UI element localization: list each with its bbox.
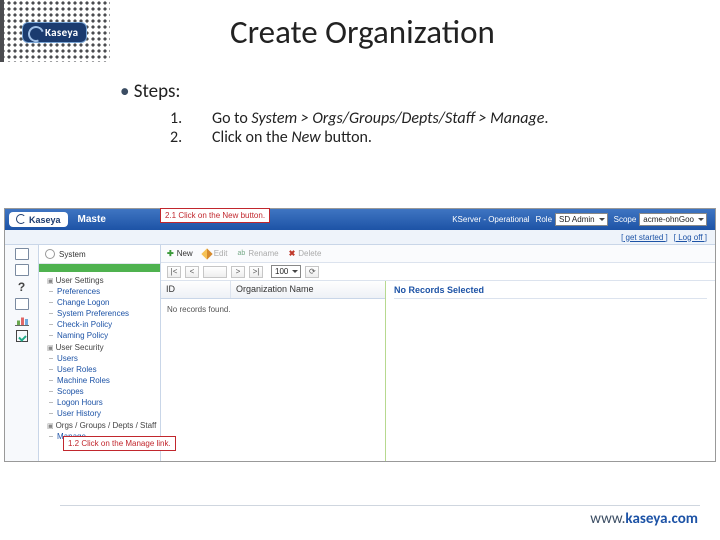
breadcrumb-root: Maste [78,214,106,225]
tree-item[interactable]: User History [41,408,160,419]
rename-icon: ab [238,250,246,257]
nav-module-icon[interactable] [15,264,29,276]
page-size-select[interactable]: 100 [271,265,301,278]
data-row: ID Organization Name No records found. N… [161,281,715,461]
tree-item[interactable]: Users [41,353,160,364]
role-select[interactable]: SD Admin [555,213,608,226]
app-subbar: [ get started ] [ Log off ] [5,230,715,245]
page-last-button[interactable]: >| [249,266,263,278]
col-org-name[interactable]: Organization Name [231,281,385,298]
slide-title: Create Organization [230,12,495,52]
no-selection-text: No Records Selected [394,285,707,299]
footer-domain: kaseya.com [625,510,698,528]
grid-panel: ID Organization Name No records found. [161,281,386,461]
new-button[interactable]: ✚New [167,249,193,258]
nav-module-icon[interactable] [15,248,29,260]
help-icon[interactable]: ? [18,280,25,294]
app-body: ? System User Settings Preferences Chang… [5,245,715,461]
tree-item[interactable]: User Roles [41,364,160,375]
page-next-button[interactable]: > [231,266,245,278]
step-1: 1. Go to System > Orgs/Groups/Depts/Staf… [170,109,720,128]
gear-icon [45,249,55,259]
slide-header: Kaseya Create Organization [0,0,720,62]
brand-logo: Kaseya [22,22,87,43]
scope-select[interactable]: acme-ohnGoo [639,213,707,226]
sidebar-accent-bar [39,264,160,272]
app-topbar: Kaseya Maste KServer - Operational Role … [5,209,715,230]
rename-button[interactable]: abRename [238,249,279,258]
tree-item[interactable]: Logon Hours [41,397,160,408]
chart-icon[interactable] [15,314,29,326]
tree-group-orgs[interactable]: Orgs / Groups / Depts / Staff [41,419,160,431]
no-records-text: No records found. [161,299,385,320]
footer-divider [60,505,700,506]
check-icon[interactable] [16,330,28,342]
delete-icon: ✖ [289,249,296,258]
steps-heading: Steps: [120,80,720,103]
tree-item[interactable]: Check-in Policy [41,319,160,330]
sidebar-module-system[interactable]: System [39,245,160,264]
tree-item[interactable]: Machine Roles [41,375,160,386]
scope-label: Scope [614,215,637,224]
pencil-icon [201,248,212,259]
scope-field: Scope acme-ohnGoo [614,213,707,226]
sidebar: System User Settings Preferences Change … [39,245,161,461]
tree-item[interactable]: Scopes [41,386,160,397]
delete-button[interactable]: ✖Delete [289,249,322,258]
pager: |< < > >| 100 ⟳ [161,263,715,281]
getstarted-link[interactable]: [ get started ] [621,233,668,242]
sidebar-tree: User Settings Preferences Change Logon S… [39,272,160,442]
page-input[interactable] [203,266,227,278]
callout-manage-link: 1.2 Click on the Manage link. [63,436,176,451]
topbar-right: KServer - Operational Role SD Admin Scop… [452,213,715,226]
step-text: Click on the New button. [212,128,372,147]
role-field: Role SD Admin [536,213,608,226]
edit-button[interactable]: Edit [203,249,228,258]
app-logo: Kaseya [9,212,68,227]
tree-item[interactable]: Change Logon [41,297,160,308]
tree-item[interactable]: System Preferences [41,308,160,319]
step-number: 1. [170,109,186,128]
col-id[interactable]: ID [161,281,231,298]
step-number: 2. [170,128,186,147]
tree-item[interactable]: Preferences [41,286,160,297]
footer-www: www. [590,510,625,528]
nav-module-icon[interactable] [15,298,29,310]
toolbar: ✚New Edit abRename ✖Delete [161,245,715,263]
grid-header: ID Organization Name [161,281,385,299]
step-text: Go to System > Orgs/Groups/Depts/Staff >… [212,109,548,128]
plus-icon: ✚ [167,249,174,258]
step-2: 2. Click on the New button. [170,128,720,147]
tree-group-user-settings[interactable]: User Settings [41,274,160,286]
sidebar-module-label: System [59,250,86,259]
tree-group-user-security[interactable]: User Security [41,341,160,353]
page-first-button[interactable]: |< [167,266,181,278]
role-label: Role [536,215,552,224]
main-panel: ✚New Edit abRename ✖Delete |< < > >| 100… [161,245,715,461]
app-screenshot: 2.1 Click on the New button. 1.2 Click o… [4,208,716,462]
server-status: KServer - Operational [452,215,529,224]
page-prev-button[interactable]: < [185,266,199,278]
refresh-button[interactable]: ⟳ [305,266,319,278]
logoff-link[interactable]: [ Log off ] [674,233,707,242]
footer-url: www.kaseya.com [590,510,698,528]
callout-new-button: 2.1 Click on the New button. [160,208,270,223]
detail-panel: No Records Selected [386,281,715,461]
nav-rail: ? [5,245,39,461]
tree-item[interactable]: Naming Policy [41,330,160,341]
